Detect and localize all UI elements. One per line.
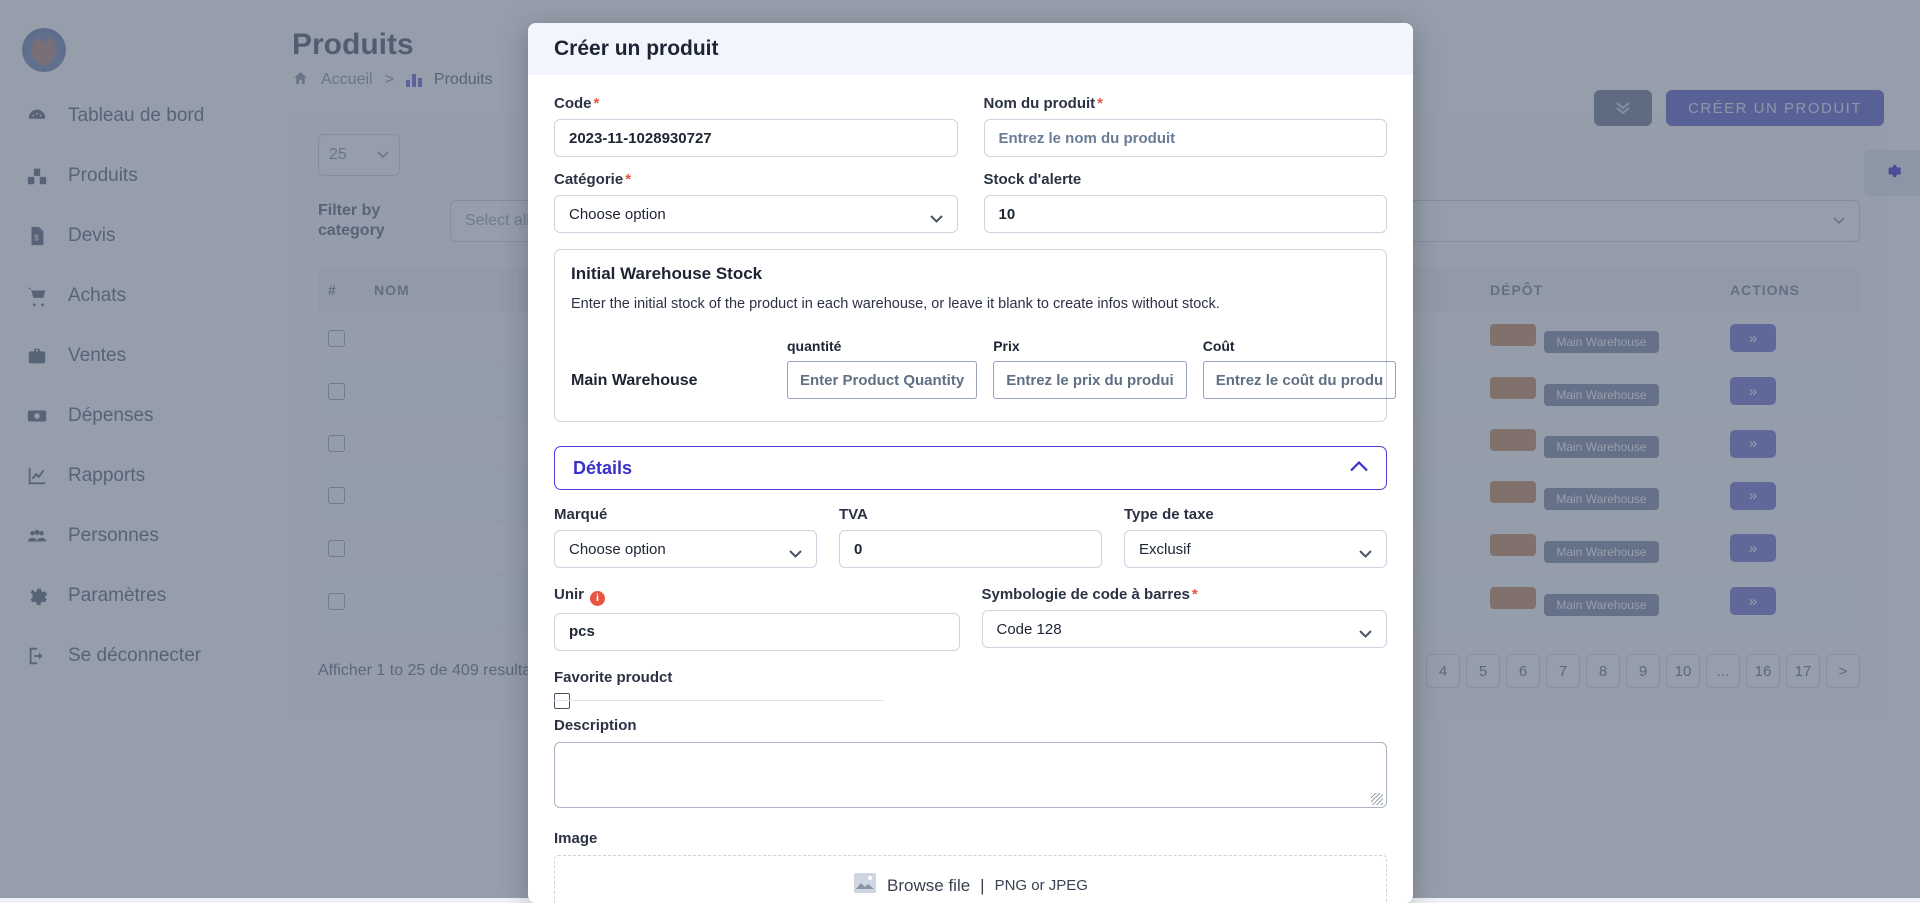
cost-column: Coût Entrez le coût du produ: [1203, 338, 1397, 399]
cost-label: Coût: [1203, 338, 1397, 354]
brand-select[interactable]: Choose option: [554, 530, 817, 568]
price-input[interactable]: Entrez le prix du produi: [993, 361, 1187, 399]
quantity-input[interactable]: Enter Product Quantity: [787, 361, 977, 399]
alert-stock-field: Stock d'alerte 10: [984, 171, 1388, 233]
info-icon[interactable]: i: [590, 591, 605, 606]
chevron-down-icon: [789, 545, 802, 553]
details-section-title: Détails: [573, 458, 632, 479]
description-field: Description: [554, 717, 1387, 808]
image-dropzone[interactable]: Browse file | PNG or JPEG: [554, 855, 1387, 903]
browse-file-text[interactable]: Browse file: [887, 876, 970, 896]
favorite-product-field: Favorite proudct: [554, 669, 1387, 701]
description-textarea[interactable]: [554, 742, 1387, 808]
description-label: Description: [554, 717, 1387, 734]
tva-label: TVA: [839, 506, 1102, 523]
modal-body: Code* 2023-11-1028930727 Nom du produit*…: [528, 75, 1413, 903]
chevron-down-icon: [1359, 545, 1372, 553]
tax-type-field: Type de taxe Exclusif: [1124, 506, 1387, 568]
chevron-up-icon[interactable]: [1350, 459, 1368, 477]
barcode-select[interactable]: Code 128: [982, 610, 1388, 648]
category-field: Catégorie* Choose option: [554, 171, 958, 233]
image-field: Image Browse file | PNG or JPEG: [554, 830, 1387, 903]
divider: [554, 700, 884, 701]
product-name-input[interactable]: Entrez le nom du produit: [984, 119, 1388, 157]
tva-field: TVA 0: [839, 506, 1102, 568]
initial-warehouse-stock-section: Initial Warehouse Stock Enter the initia…: [554, 249, 1387, 422]
barcode-label: Symbologie de code à barres*: [982, 586, 1388, 603]
unit-input[interactable]: pcs: [554, 613, 960, 651]
separator: |: [980, 876, 984, 896]
price-column: Prix Entrez le prix du produi: [993, 338, 1187, 399]
brand-field: Marqué Choose option: [554, 506, 817, 568]
tax-type-value: Exclusif: [1139, 541, 1191, 558]
details-section-header[interactable]: Détails: [554, 446, 1387, 490]
category-select[interactable]: Choose option: [554, 195, 958, 233]
brand-label: Marqué: [554, 506, 817, 523]
code-field: Code* 2023-11-1028930727: [554, 95, 958, 157]
quantity-column: quantité Enter Product Quantity: [787, 338, 977, 399]
cost-input[interactable]: Entrez le coût du produ: [1203, 361, 1397, 399]
category-label: Catégorie*: [554, 171, 958, 188]
unit-label: Uniri: [554, 586, 960, 606]
chevron-down-icon: [1359, 625, 1372, 633]
image-formats-text: PNG or JPEG: [995, 877, 1088, 894]
modal-title: Créer un produit: [528, 23, 1413, 75]
chevron-down-icon: [930, 210, 943, 218]
quantity-label: quantité: [787, 338, 977, 354]
tax-type-label: Type de taxe: [1124, 506, 1387, 523]
product-name-label: Nom du produit*: [984, 95, 1388, 112]
barcode-field: Symbologie de code à barres* Code 128: [982, 586, 1388, 651]
tva-input[interactable]: 0: [839, 530, 1102, 568]
create-product-modal: Créer un produit Code* 2023-11-102893072…: [528, 23, 1413, 903]
alert-stock-input[interactable]: 10: [984, 195, 1388, 233]
code-input[interactable]: 2023-11-1028930727: [554, 119, 958, 157]
code-label: Code*: [554, 95, 958, 112]
product-name-field: Nom du produit* Entrez le nom du produit: [984, 95, 1388, 157]
brand-value: Choose option: [569, 541, 666, 558]
resize-handle-icon[interactable]: [1371, 793, 1383, 805]
alert-stock-label: Stock d'alerte: [984, 171, 1388, 188]
barcode-value: Code 128: [997, 621, 1062, 638]
image-icon: [853, 872, 877, 899]
price-label: Prix: [993, 338, 1187, 354]
favorite-product-label: Favorite proudct: [554, 669, 1387, 686]
category-value: Choose option: [569, 206, 666, 223]
image-label: Image: [554, 830, 1387, 847]
warehouse-name: Main Warehouse: [571, 372, 771, 399]
tax-type-select[interactable]: Exclusif: [1124, 530, 1387, 568]
warehouse-section-title: Initial Warehouse Stock: [571, 264, 1370, 284]
favorite-product-checkbox[interactable]: [554, 693, 570, 709]
unit-field: Uniri pcs: [554, 586, 960, 651]
warehouse-section-description: Enter the initial stock of the product i…: [571, 296, 1370, 312]
